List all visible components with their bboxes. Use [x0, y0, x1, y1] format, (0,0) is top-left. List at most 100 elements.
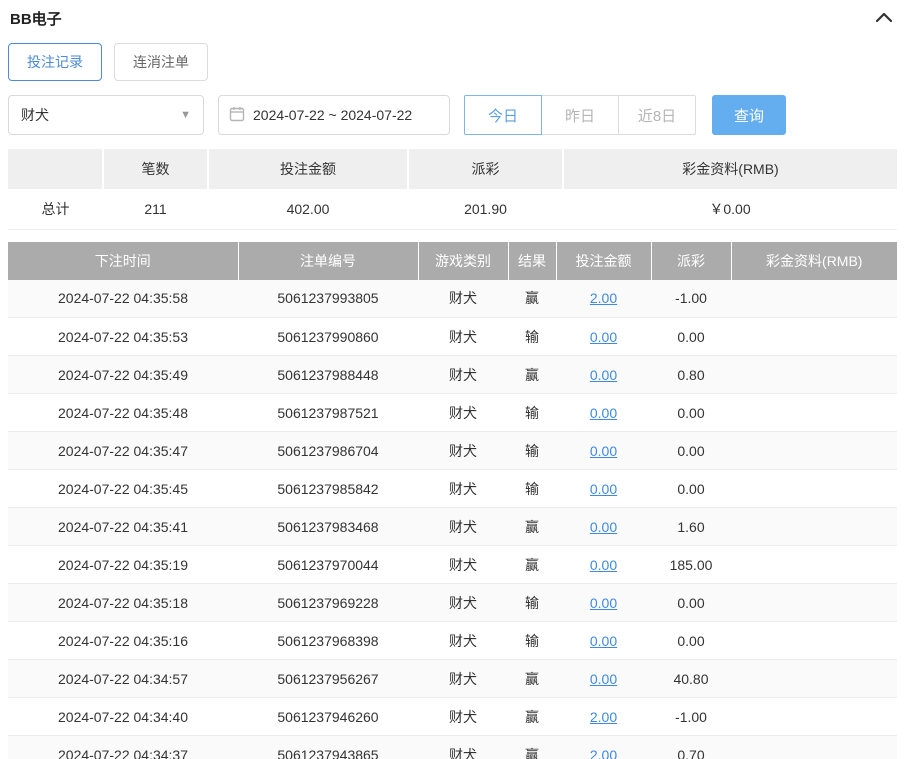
summary-header-payout: 派彩 — [408, 149, 564, 189]
game-type-cell: 财犬 — [418, 507, 508, 546]
table-row: 2024-07-22 04:35:19 5061237970044 财犬 赢 0… — [8, 545, 897, 584]
result-cell: 输 — [508, 469, 556, 508]
bet-amount-link[interactable]: 0.00 — [590, 481, 617, 497]
header-payout: 派彩 — [651, 241, 732, 280]
bet-amount-cell: 0.00 — [556, 469, 651, 508]
bet-amount-link[interactable]: 0.00 — [590, 519, 617, 535]
bet-time-cell: 2024-07-22 04:34:37 — [8, 735, 238, 759]
bet-amount-cell: 0.00 — [556, 393, 651, 432]
table-row: 2024-07-22 04:35:58 5061237993805 财犬 赢 2… — [8, 279, 897, 318]
payout-cell: 0.00 — [651, 583, 731, 622]
bonus-cell — [731, 355, 897, 394]
game-type-cell: 财犬 — [418, 317, 508, 356]
bet-amount-cell: 0.00 — [556, 317, 651, 356]
table-row: 2024-07-22 04:35:41 5061237983468 财犬 赢 0… — [8, 507, 897, 546]
order-number-cell: 5061237946260 — [238, 697, 418, 736]
game-type-cell: 财犬 — [418, 545, 508, 584]
bet-amount-link[interactable]: 2.00 — [590, 709, 617, 725]
game-type-cell: 财犬 — [418, 621, 508, 660]
order-number-cell: 5061237970044 — [238, 545, 418, 584]
bet-table-header-row: 下注时间 注单编号 游戏类别 结果 投注金额 派彩 彩金资料(RMB) — [8, 241, 897, 280]
bet-time-cell: 2024-07-22 04:34:40 — [8, 697, 238, 736]
table-row: 2024-07-22 04:35:48 5061237987521 财犬 输 0… — [8, 393, 897, 432]
payout-cell: 185.00 — [651, 545, 731, 584]
result-cell: 输 — [508, 621, 556, 660]
bonus-cell — [731, 697, 897, 736]
search-button[interactable]: 查询 — [712, 95, 786, 135]
game-type-cell: 财犬 — [418, 697, 508, 736]
summary-table: 笔数 投注金额 派彩 彩金资料(RMB) 总计 211 402.00 201.9… — [8, 149, 897, 230]
result-cell: 赢 — [508, 279, 556, 318]
bet-records-table: 下注时间 注单编号 游戏类别 结果 投注金额 派彩 彩金资料(RMB) 2024… — [8, 241, 897, 759]
header-bet-amount: 投注金额 — [556, 241, 652, 280]
payout-cell: 0.00 — [651, 469, 731, 508]
bet-amount-link[interactable]: 0.00 — [590, 443, 617, 459]
result-cell: 赢 — [508, 697, 556, 736]
payout-cell: 0.00 — [651, 431, 731, 470]
collapse-panel-button[interactable] — [873, 9, 895, 28]
game-select[interactable]: 财犬 ▼ — [8, 95, 204, 135]
header-game-type: 游戏类别 — [418, 241, 509, 280]
header-order-number: 注单编号 — [238, 241, 419, 280]
tab-canceled-orders[interactable]: 连消注单 — [114, 43, 208, 81]
bet-amount-cell: 0.00 — [556, 659, 651, 698]
bet-amount-link[interactable]: 0.00 — [590, 633, 617, 649]
bet-time-cell: 2024-07-22 04:35:16 — [8, 621, 238, 660]
order-number-cell: 5061237983468 — [238, 507, 418, 546]
bet-time-cell: 2024-07-22 04:35:47 — [8, 431, 238, 470]
bet-amount-link[interactable]: 2.00 — [590, 747, 617, 759]
bet-amount-cell: 2.00 — [556, 279, 651, 318]
bet-amount-link[interactable]: 0.00 — [590, 329, 617, 345]
payout-cell: -1.00 — [651, 697, 731, 736]
order-number-cell: 5061237969228 — [238, 583, 418, 622]
order-number-cell: 5061237943865 — [238, 735, 418, 759]
table-row: 2024-07-22 04:35:18 5061237969228 财犬 输 0… — [8, 583, 897, 622]
bet-amount-link[interactable]: 0.00 — [590, 595, 617, 611]
game-type-cell: 财犬 — [418, 393, 508, 432]
payout-cell: 0.70 — [651, 735, 731, 759]
bet-records-panel: BB电子 投注记录 连消注单 财犬 ▼ 2024-07-22 ~ 2024-07… — [0, 0, 905, 759]
summary-header-row: 笔数 投注金额 派彩 彩金资料(RMB) — [8, 149, 897, 189]
game-type-cell: 财犬 — [418, 355, 508, 394]
payout-cell: 40.80 — [651, 659, 731, 698]
payout-cell: 0.00 — [651, 393, 731, 432]
bet-time-cell: 2024-07-22 04:35:41 — [8, 507, 238, 546]
result-cell: 赢 — [508, 735, 556, 759]
bet-amount-link[interactable]: 0.00 — [590, 405, 617, 421]
bet-time-cell: 2024-07-22 04:34:57 — [8, 659, 238, 698]
game-select-value: 财犬 — [21, 107, 49, 123]
summary-total-label: 总计 — [8, 189, 103, 230]
table-row: 2024-07-22 04:35:49 5061237988448 财犬 赢 0… — [8, 355, 897, 394]
result-cell: 赢 — [508, 355, 556, 394]
tab-bet-records[interactable]: 投注记录 — [8, 43, 102, 81]
bonus-cell — [731, 621, 897, 660]
yesterday-button[interactable]: 昨日 — [541, 95, 619, 135]
today-button[interactable]: 今日 — [464, 95, 542, 135]
bet-amount-link[interactable]: 0.00 — [590, 557, 617, 573]
order-number-cell: 5061237987521 — [238, 393, 418, 432]
date-range-value: 2024-07-22 ~ 2024-07-22 — [253, 107, 413, 123]
order-number-cell: 5061237988448 — [238, 355, 418, 394]
bet-amount-link[interactable]: 2.00 — [590, 290, 617, 306]
summary-total-count: 211 — [103, 189, 208, 230]
bet-amount-link[interactable]: 0.00 — [590, 671, 617, 687]
order-number-cell: 5061237990860 — [238, 317, 418, 356]
chevron-up-icon — [875, 11, 893, 26]
game-type-cell: 财犬 — [418, 583, 508, 622]
game-type-cell: 财犬 — [418, 735, 508, 759]
date-range-input[interactable]: 2024-07-22 ~ 2024-07-22 — [218, 95, 450, 135]
panel-header: BB电子 — [8, 0, 897, 35]
last-8-days-button[interactable]: 近8日 — [618, 95, 696, 135]
bonus-cell — [731, 735, 897, 759]
bet-amount-link[interactable]: 0.00 — [590, 367, 617, 383]
bet-amount-cell: 2.00 — [556, 735, 651, 759]
order-number-cell: 5061237956267 — [238, 659, 418, 698]
bonus-cell — [731, 583, 897, 622]
bet-time-cell: 2024-07-22 04:35:18 — [8, 583, 238, 622]
table-row: 2024-07-22 04:34:40 5061237946260 财犬 赢 2… — [8, 697, 897, 736]
result-cell: 输 — [508, 583, 556, 622]
game-type-cell: 财犬 — [418, 659, 508, 698]
calendar-icon — [229, 106, 245, 125]
page-title: BB电子 — [10, 11, 62, 28]
summary-header-blank — [8, 149, 104, 189]
